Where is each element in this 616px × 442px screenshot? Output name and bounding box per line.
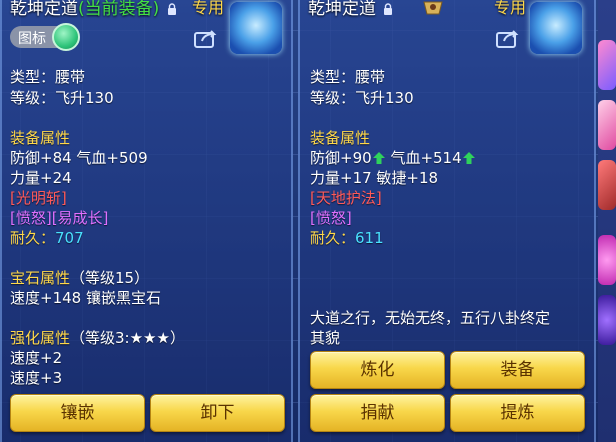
inventory-item-icon[interactable] (598, 160, 616, 210)
equip-button[interactable]: 装备 (450, 351, 585, 389)
increase-arrow-icon (462, 152, 475, 164)
special-tag: [愤怒] (310, 209, 352, 227)
enhance-attr-header: 强化属性 (10, 329, 71, 347)
gem-attr-row: 宝石属性（等级15） (10, 267, 149, 288)
item-type: 类型：腰带 (310, 68, 386, 86)
belt-item-icon[interactable] (530, 2, 582, 54)
item-level: 等级：飞升130 (10, 89, 114, 107)
durability: 耐久：707 (10, 227, 84, 248)
unequip-button[interactable]: 卸下 (150, 394, 285, 432)
skill-tag: [光明斩] (10, 189, 67, 207)
current-item-title: 乾坤定道(当前装备) (10, 0, 177, 19)
lock-icon (384, 3, 393, 15)
belt-item-icon[interactable] (230, 2, 282, 54)
lock-icon (167, 3, 176, 15)
equip-attr-line: 防御+84 气血+509 (10, 149, 148, 167)
inventory-item-icon[interactable] (598, 100, 616, 150)
skill-tag: [天地护法] (310, 189, 382, 207)
durability: 耐久：611 (310, 227, 384, 248)
enhance-attr-line: 速度+3 (10, 369, 63, 387)
inventory-item-icon[interactable] (598, 235, 616, 285)
item-name: 乾坤定道 (10, 0, 78, 19)
refine-button[interactable]: 炼化 (310, 351, 445, 389)
share-icon[interactable] (194, 28, 218, 48)
side-inventory-strip (598, 0, 616, 442)
compare-item-title: 乾坤定道 (308, 0, 393, 19)
item-type: 类型：腰带 (10, 68, 86, 86)
durability-label: 耐久： (310, 229, 356, 247)
equip-attr-header: 装备属性 (10, 129, 71, 147)
item-description-cont: 其貌 (310, 329, 341, 347)
equip-attr-header: 装备属性 (310, 129, 371, 147)
enhance-attr-row: 强化属性（等级3:★★★） (10, 327, 185, 348)
share-icon[interactable] (496, 28, 520, 48)
equipment-compare-screen: 乾坤定道(当前装备) 专用 图标 类型：腰带 等级：飞升130 装备属性 防御+… (0, 0, 616, 442)
attr-defense: 防御+90 (310, 149, 372, 167)
extract-button[interactable]: 提炼 (450, 394, 585, 432)
increase-arrow-icon (372, 152, 385, 164)
item-name: 乾坤定道 (308, 0, 376, 19)
current-equip-label: (当前装备) (78, 0, 160, 19)
durability-value: 611 (355, 229, 384, 247)
enhance-attr-line: 速度+2 (10, 349, 63, 367)
special-tag: [愤怒][易成长] (10, 209, 109, 227)
durability-label: 耐久： (10, 229, 56, 247)
item-level: 等级：飞升130 (310, 89, 414, 107)
toggle-label: 图标 (18, 31, 46, 47)
inlay-button[interactable]: 镶嵌 (10, 394, 145, 432)
enhance-level: （等级3:★★★） (70, 329, 185, 347)
attr-hp: 气血+514 (390, 149, 462, 167)
equip-attr-line: 防御+90 气血+514 (310, 147, 476, 168)
inventory-item-icon[interactable] (598, 295, 616, 345)
current-equipment-panel: 乾坤定道(当前装备) 专用 图标 类型：腰带 等级：飞升130 装备属性 防御+… (0, 0, 293, 442)
compare-equipment-panel: 乾坤定道 专用 类型：腰带 等级：飞升130 装备属性 防御+90 气血+514… (298, 0, 596, 442)
item-description: 大道之行，无始无终，五行八卦终定 (310, 309, 551, 327)
icon-toggle[interactable]: 图标 (10, 23, 80, 51)
gem-badge-icon (423, 1, 443, 15)
toggle-knob (52, 23, 80, 51)
gem-attr-line: 速度+148 镶嵌黑宝石 (10, 289, 161, 307)
exclusive-label: 专用 (494, 0, 527, 17)
inventory-item-icon[interactable] (598, 40, 616, 90)
exclusive-label: 专用 (192, 0, 225, 17)
donate-button[interactable]: 捐献 (310, 394, 445, 432)
durability-value: 707 (55, 229, 84, 247)
equip-attr-line: 力量+24 (10, 169, 72, 187)
gem-level: （等级15） (70, 269, 150, 287)
gem-attr-header: 宝石属性 (10, 269, 71, 287)
equip-attr-line: 力量+17 敏捷+18 (310, 169, 439, 187)
